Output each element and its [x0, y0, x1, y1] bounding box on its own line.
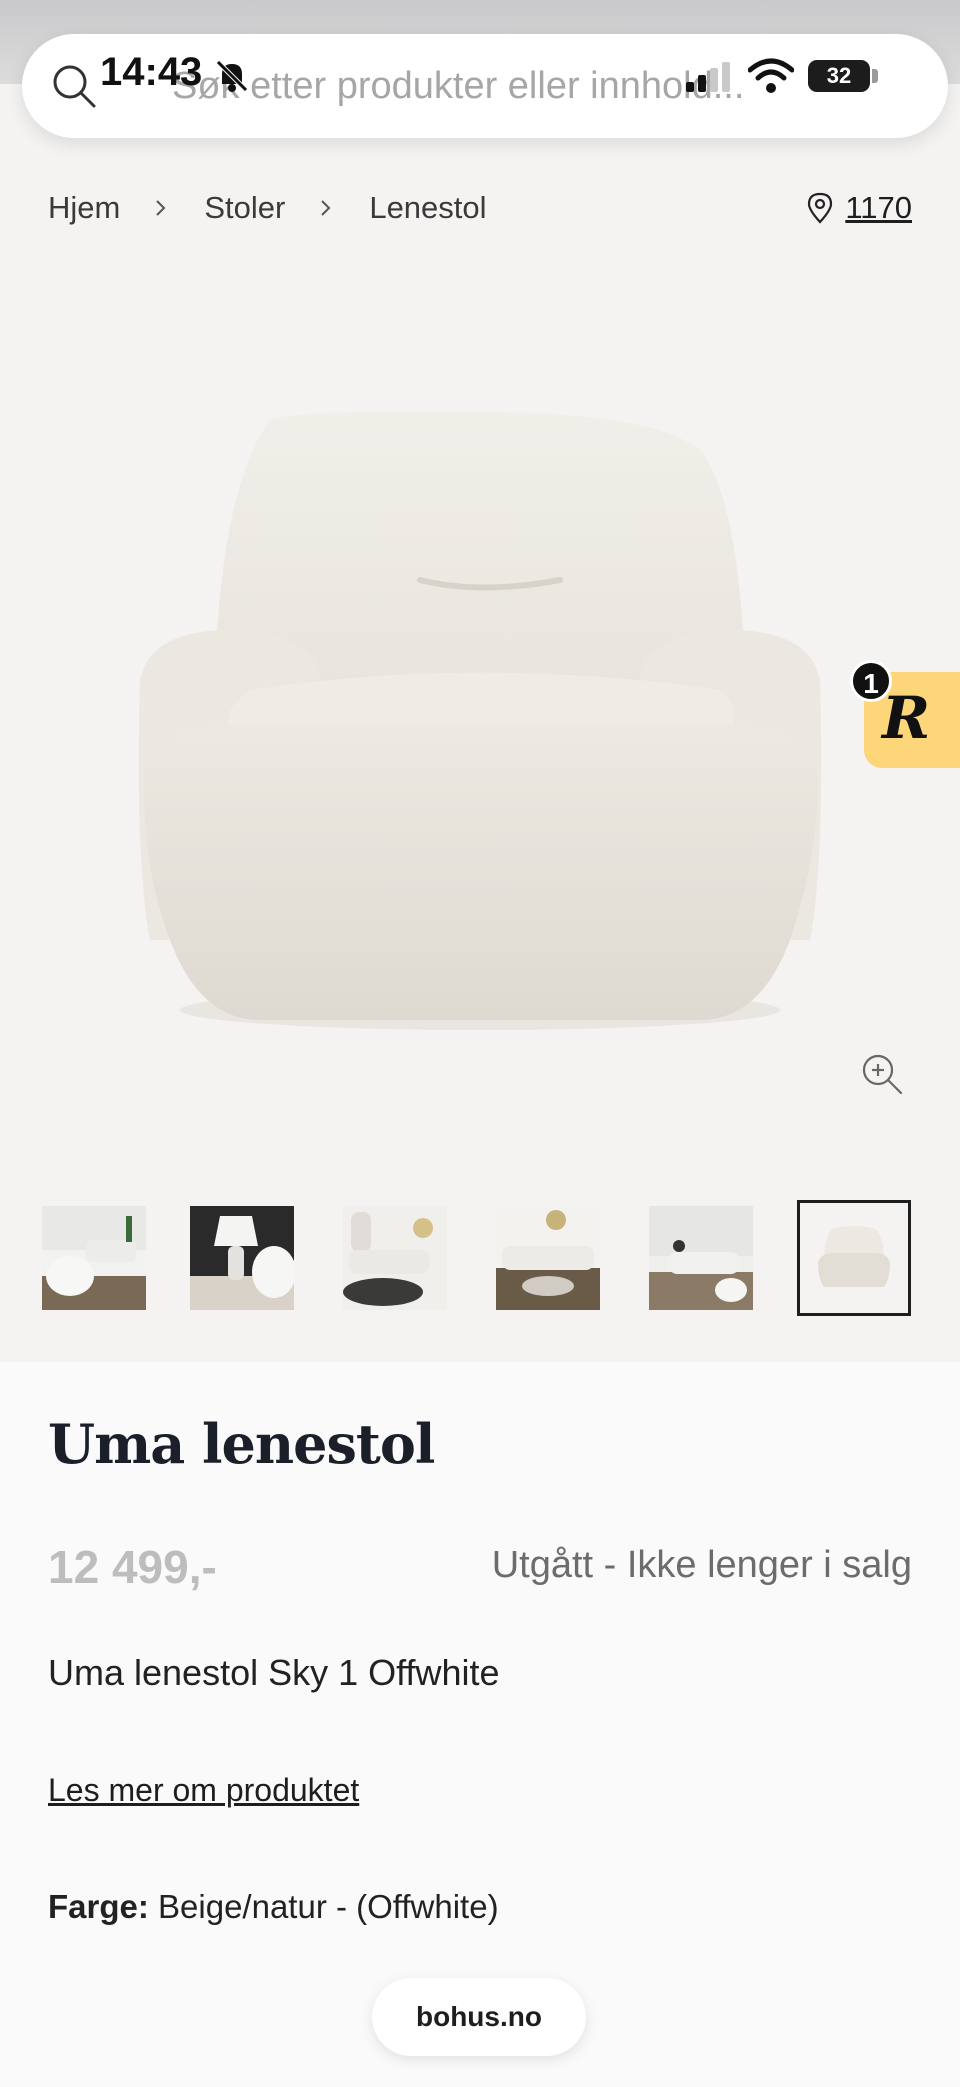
thumbnail-living-room[interactable] — [42, 1206, 146, 1310]
product-price: 12 499,- — [48, 1541, 217, 1593]
chevron-right-icon — [156, 200, 166, 216]
signal-icon — [686, 62, 730, 92]
color-value: Beige/natur - (Offwhite) — [158, 1888, 499, 1925]
availability-status: Utgått - Ikke lenger i salg — [491, 1544, 912, 1586]
store-selector[interactable]: 1170 — [807, 186, 912, 230]
chevron-right-icon — [321, 200, 331, 216]
product-image[interactable] — [0, 380, 960, 1080]
breadcrumb: Hjem Stoler Lenestol — [48, 186, 487, 230]
color-label: Farge: — [48, 1888, 149, 1925]
breadcrumb-chairs[interactable]: Stoler — [204, 190, 285, 226]
search-icon — [53, 65, 96, 108]
thumbnail-living-room-4[interactable] — [649, 1206, 753, 1310]
browser-domain-pill[interactable]: bohus.no — [372, 1978, 586, 2056]
battery-icon: 32 — [808, 60, 870, 92]
thumbnail-living-room-3[interactable] — [496, 1206, 600, 1310]
product-variant: Uma lenestol Sky 1 Offwhite — [48, 1652, 500, 1693]
store-link[interactable]: 1170 — [845, 190, 912, 226]
thumbnail-armchair[interactable] — [797, 1200, 911, 1316]
thumbnail-living-room-2[interactable] — [343, 1206, 447, 1310]
read-more-link[interactable]: Les mer om produktet — [48, 1772, 359, 1809]
thumbnail-lamp-table[interactable] — [190, 1206, 294, 1310]
rewards-count: 1 — [850, 660, 892, 702]
zoom-icon[interactable] — [860, 1052, 904, 1096]
breadcrumb-home[interactable]: Hjem — [48, 190, 120, 226]
rewards-logo: R — [882, 684, 931, 752]
thumbnail-strip — [40, 1200, 920, 1316]
bell-off-icon — [216, 60, 248, 92]
wifi-icon — [748, 58, 794, 93]
thumbnail-armchair-image — [806, 1209, 902, 1307]
battery-cap — [872, 69, 878, 83]
location-pin-icon — [808, 192, 833, 224]
color-row: Farge: Beige/natur - (Offwhite) — [48, 1888, 499, 1926]
product-title: Uma lenestol — [48, 1412, 435, 1476]
status-time: 14:43 — [100, 50, 203, 94]
breadcrumb-armchair[interactable]: Lenestol — [369, 190, 486, 226]
